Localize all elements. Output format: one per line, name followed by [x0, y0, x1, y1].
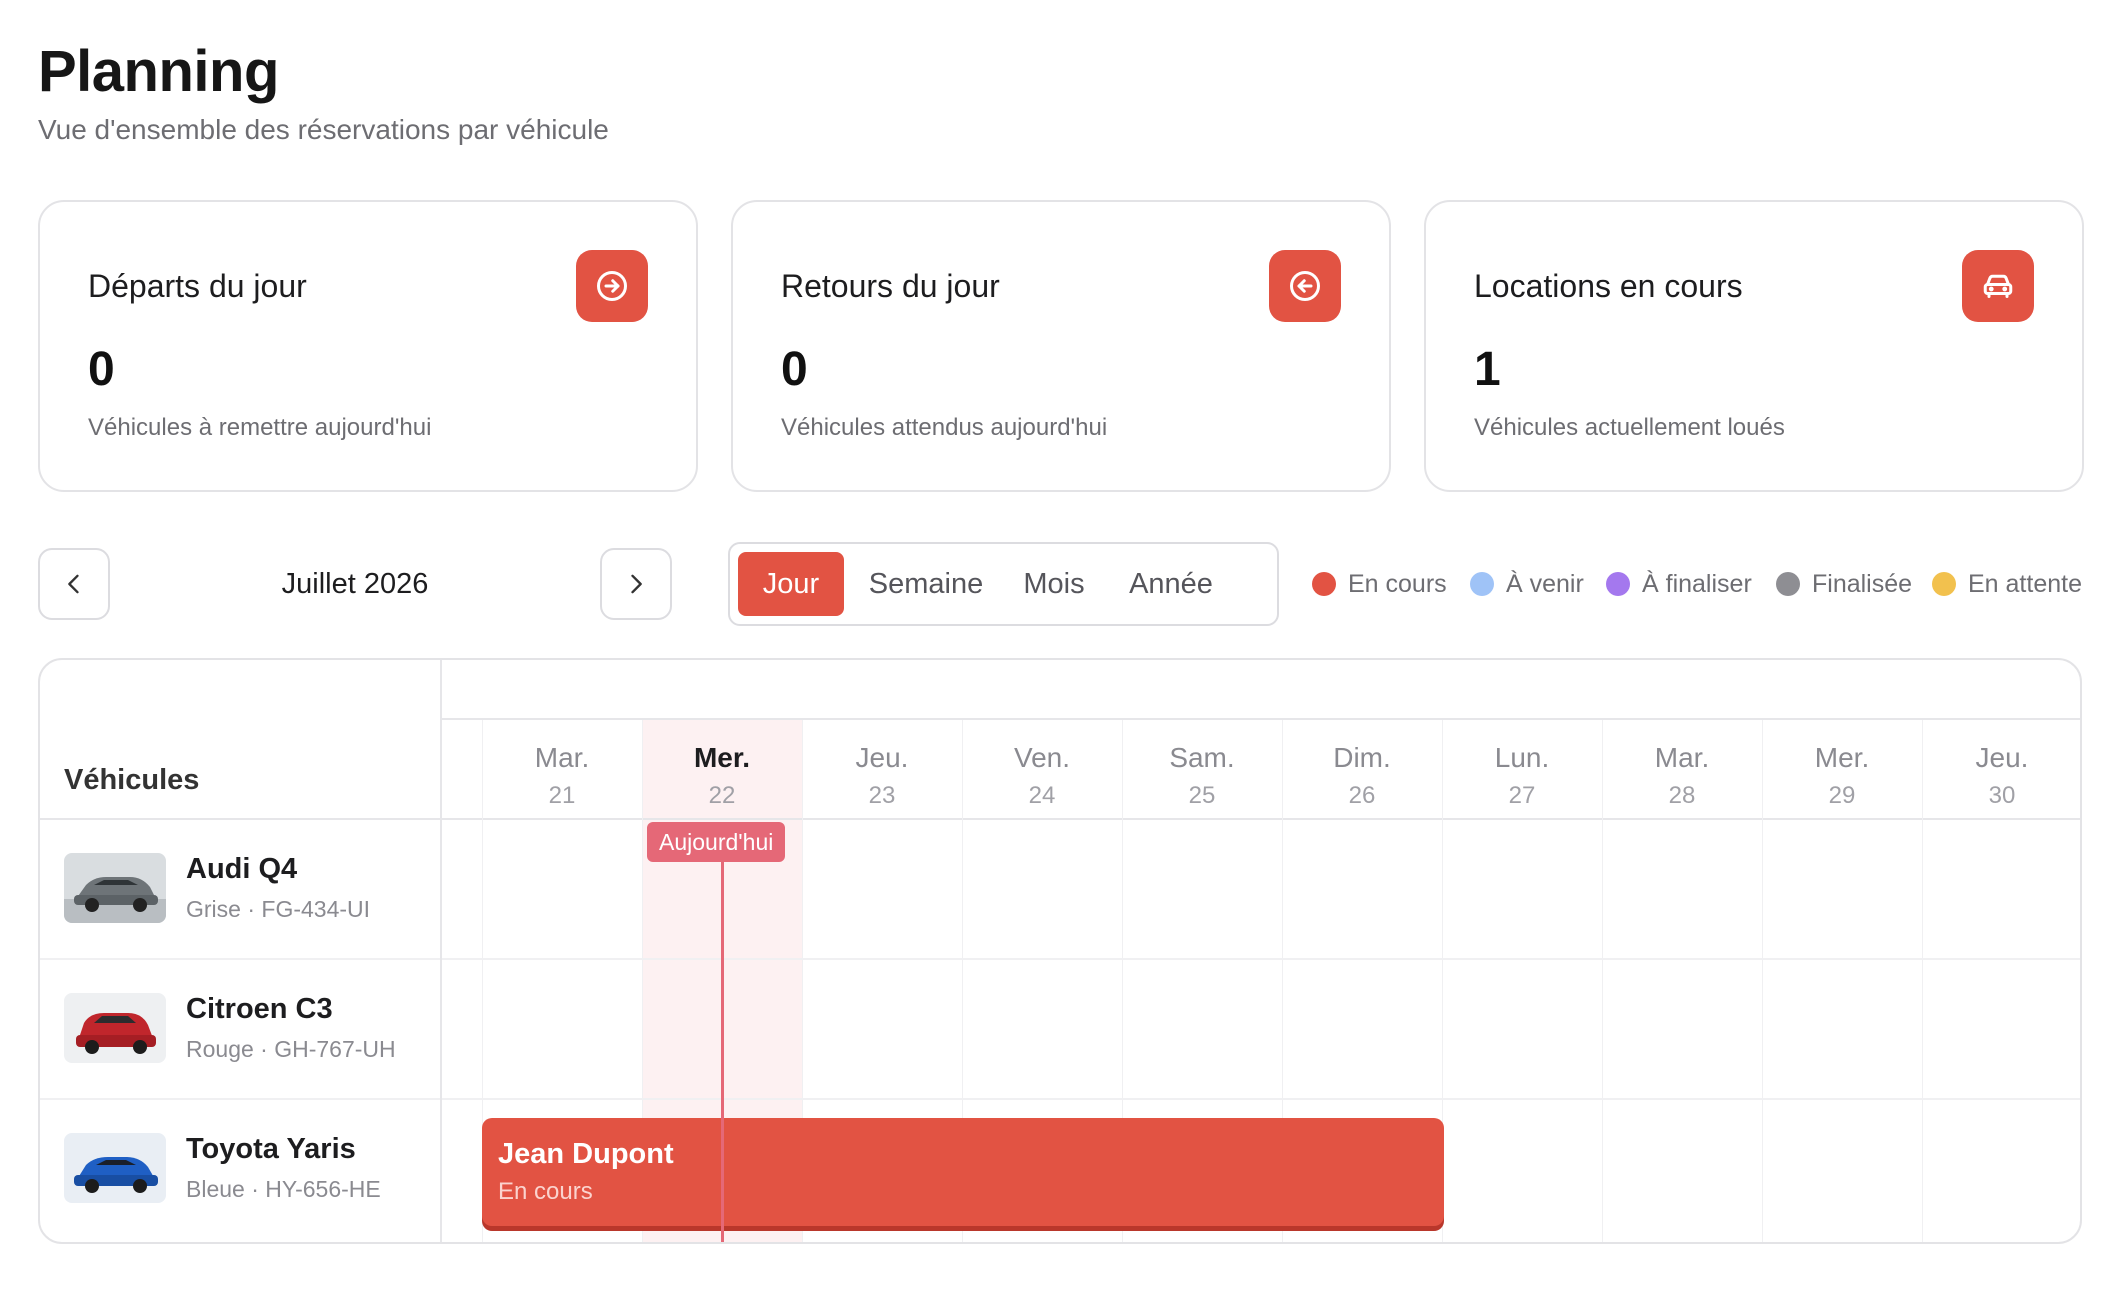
- day-name: Sam.: [1169, 742, 1235, 773]
- stat-description: Véhicules actuellement loués: [1474, 414, 1785, 441]
- day-number: 30: [1988, 782, 2016, 809]
- chevron-right-icon: [631, 574, 642, 594]
- stat-label: Locations en cours: [1474, 268, 1743, 304]
- legend-label: En attente: [1968, 569, 2082, 598]
- vehicle-details: Bleue · HY-656-HE: [186, 1176, 381, 1202]
- day-header[interactable]: Mar. 28: [1602, 742, 1762, 810]
- booking-client-name: Jean Dupont: [498, 1138, 674, 1170]
- car-thumbnail: [64, 853, 166, 923]
- arrow-left-circle-icon: [1269, 250, 1341, 322]
- stat-card-departures: Départs du jour 0 Véhicules à remettre a…: [38, 200, 698, 492]
- stat-value: 1: [1474, 343, 1501, 396]
- day-number: 23: [868, 782, 896, 809]
- legend-label: Finalisée: [1812, 569, 1913, 598]
- view-switcher: Jour Semaine Mois Année: [728, 542, 1279, 626]
- day-header[interactable]: Ven. 24: [962, 742, 1122, 810]
- page-title: Planning: [38, 39, 279, 104]
- vehicle-details: Grise · FG-434-UI: [186, 896, 371, 922]
- stat-description: Véhicules à remettre aujourd'hui: [88, 414, 432, 441]
- day-name: Mar.: [534, 742, 590, 773]
- today-indicator-label: Aujourd'hui: [647, 822, 786, 862]
- arrow-right-circle-icon: [576, 250, 648, 322]
- vehicle-row-toyota-yaris[interactable]: Toyota Yaris Bleue · HY-656-HE: [64, 1133, 381, 1203]
- day-number: 28: [1668, 782, 1696, 809]
- booking-bar[interactable]: Jean Dupont En cours: [482, 1118, 1444, 1226]
- vehicle-row-citroen-c3[interactable]: Citroen C3 Rouge · GH-767-UH: [64, 993, 396, 1063]
- day-number: 21: [548, 782, 576, 809]
- vehicle-details: Rouge · GH-767-UH: [186, 1036, 396, 1062]
- legend-item-en-attente: En attente: [1932, 568, 2082, 600]
- page-subtitle: Vue d'ensemble des réservations par véhi…: [38, 114, 609, 145]
- grid-divider: [40, 958, 2080, 960]
- day-header[interactable]: Sam. 25: [1122, 742, 1282, 810]
- stat-value: 0: [781, 343, 808, 396]
- legend-item-a-venir: À venir: [1470, 568, 1584, 600]
- car-thumbnail: [64, 1133, 166, 1203]
- day-number: 22: [708, 782, 736, 809]
- vehicle-row-audi-q4[interactable]: Audi Q4 Grise · FG-434-UI: [64, 853, 370, 923]
- vehicles-column-header: Véhicules: [64, 764, 200, 796]
- day-header[interactable]: Lun. 27: [1442, 742, 1602, 810]
- day-number: 26: [1348, 782, 1376, 809]
- legend-dot: [1776, 572, 1800, 596]
- stat-label: Retours du jour: [781, 268, 1000, 304]
- vehicle-name: Toyota Yaris: [186, 1133, 356, 1165]
- grid-divider: [40, 1098, 2080, 1100]
- tab-day[interactable]: Jour: [738, 552, 844, 616]
- stat-card-active-rentals: Locations en cours 1 Véhicules actuellem…: [1424, 200, 2084, 492]
- legend-dot: [1932, 572, 1956, 596]
- grid-divider: [440, 718, 2080, 720]
- day-number: 27: [1508, 782, 1536, 809]
- legend-dot: [1470, 572, 1494, 596]
- legend-dot: [1312, 572, 1336, 596]
- next-month-button[interactable]: [600, 548, 672, 620]
- day-name: Mer.: [1814, 742, 1870, 773]
- chevron-left-icon: [68, 574, 79, 594]
- day-name: Lun.: [1494, 742, 1550, 773]
- day-header[interactable]: Jeu. 30: [1922, 742, 2080, 810]
- vehicle-column-divider: [440, 660, 442, 1242]
- stat-label: Départs du jour: [88, 268, 307, 304]
- legend-dot: [1606, 572, 1630, 596]
- day-name: Ven.: [1013, 742, 1071, 773]
- legend-item-a-finaliser: À finaliser: [1606, 568, 1752, 600]
- day-number: 25: [1188, 782, 1216, 809]
- current-month-label: Juillet 2026: [281, 568, 429, 600]
- day-number: 29: [1828, 782, 1856, 809]
- legend-label: À venir: [1506, 569, 1584, 598]
- legend-label: En cours: [1348, 569, 1447, 598]
- vehicle-name: Audi Q4: [186, 853, 298, 885]
- day-number: 24: [1028, 782, 1056, 809]
- legend-item-finalisee: Finalisée: [1776, 568, 1912, 600]
- tab-week[interactable]: Semaine: [856, 552, 996, 616]
- day-header[interactable]: Jeu. 23: [802, 742, 962, 810]
- booking-status: En cours: [498, 1178, 593, 1205]
- planning-grid: Véhicules Mar. 21 Mer. 22 Jeu. 23 Ven. 2…: [38, 658, 2082, 1244]
- day-name: Dim.: [1333, 742, 1391, 773]
- stat-value: 0: [88, 343, 115, 396]
- day-header[interactable]: Mer. 29: [1762, 742, 1922, 810]
- day-name: Jeu.: [1975, 742, 2029, 773]
- car-icon: [1962, 250, 2034, 322]
- day-name: Mer.: [693, 742, 751, 773]
- legend-label: À finaliser: [1642, 569, 1752, 598]
- stat-description: Véhicules attendus aujourd'hui: [781, 414, 1108, 441]
- grid-divider: [40, 818, 2080, 820]
- car-thumbnail: [64, 993, 166, 1063]
- day-header[interactable]: Dim. 26: [1282, 742, 1442, 810]
- previous-month-button[interactable]: [38, 548, 110, 620]
- tab-year[interactable]: Année: [1112, 552, 1230, 616]
- day-header[interactable]: Mar. 21: [482, 742, 642, 810]
- day-name: Jeu.: [855, 742, 909, 773]
- legend-item-en-cours: En cours: [1312, 568, 1447, 600]
- stat-card-returns: Retours du jour 0 Véhicules attendus auj…: [731, 200, 1391, 492]
- day-header-today[interactable]: Mer. 22: [642, 742, 802, 810]
- day-name: Mar.: [1654, 742, 1710, 773]
- today-indicator-line: [721, 826, 724, 1242]
- tab-month[interactable]: Mois: [1008, 552, 1100, 616]
- vehicle-name: Citroen C3: [186, 993, 333, 1025]
